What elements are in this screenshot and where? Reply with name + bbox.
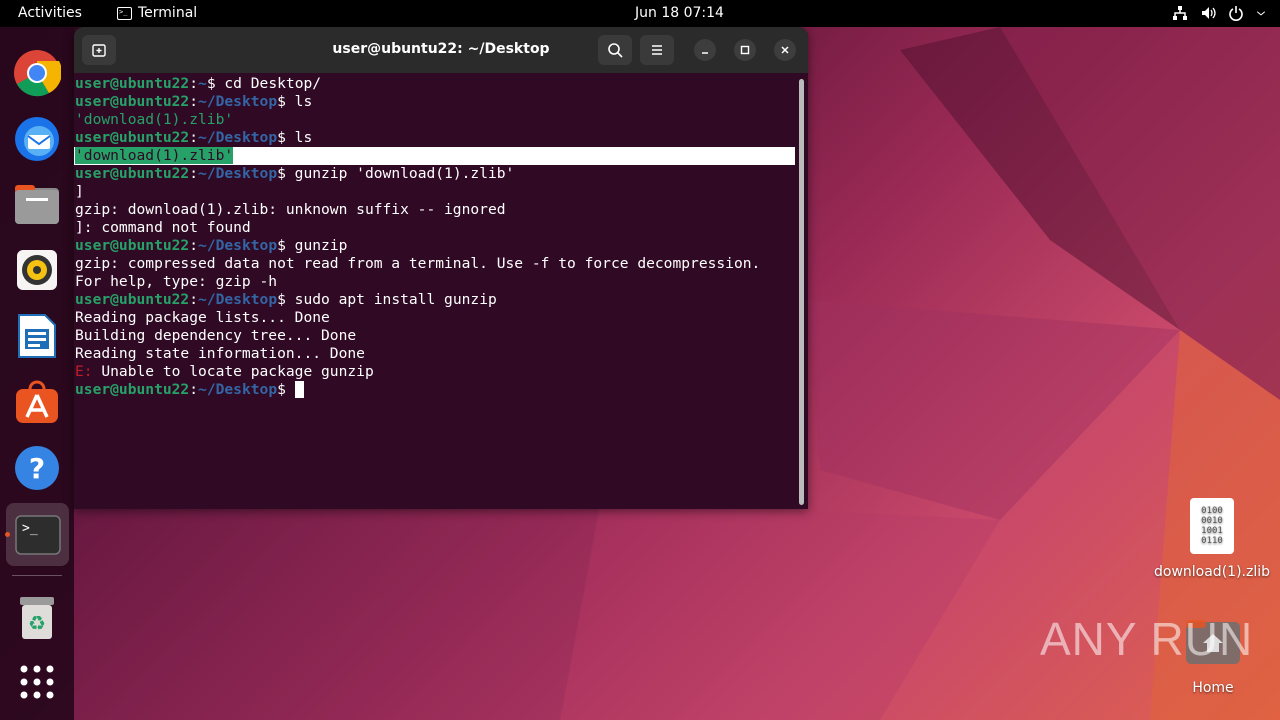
minimize-button[interactable] (694, 39, 716, 61)
show-apps-icon[interactable] (12, 657, 62, 707)
prompt-line: user@ubuntu22:~$ cd Desktop/ (75, 75, 322, 92)
volume-icon (1202, 7, 1216, 19)
output-line: gzip: download(1).zlib: unknown suffix -… (75, 201, 506, 218)
search-button[interactable] (598, 35, 632, 65)
svg-text:♻: ♻ (28, 611, 46, 635)
prompt-line: user@ubuntu22:~/Desktop$ ls (75, 93, 313, 110)
terminal-header-bar[interactable]: user@ubuntu22: ~/Desktop (74, 27, 808, 73)
output-line: Reading state information... Done (75, 345, 365, 362)
search-icon (608, 43, 623, 58)
output-line: ] (75, 183, 84, 200)
files-icon[interactable] (12, 180, 62, 230)
network-icon (1173, 6, 1187, 20)
terminal-icon[interactable]: >_ (6, 503, 69, 566)
close-button[interactable] (774, 39, 796, 61)
prompt-line: user@ubuntu22:~/Desktop$ (75, 381, 304, 399)
clock[interactable]: Jun 18 07:14 (635, 5, 724, 21)
dock: ? >_ ♻ (0, 27, 74, 720)
anyrun-watermark: ANY RUN (1040, 613, 1254, 665)
terminal-app-icon: >_ (117, 6, 132, 20)
output-line: 'download(1).zlib' (75, 147, 234, 164)
app-menu[interactable]: >_ Terminal (117, 5, 197, 21)
maximize-icon (740, 45, 750, 55)
rhythmbox-icon[interactable] (12, 245, 62, 295)
desktop-file-zlib[interactable]: 0100 0010 1001 0110 download(1).zlib (1150, 498, 1274, 580)
help-icon[interactable]: ? (12, 443, 62, 493)
power-icon (1229, 6, 1243, 21)
chrome-icon[interactable] (12, 48, 62, 98)
output-line: ]: command not found (75, 219, 251, 236)
dock-separator (12, 575, 62, 576)
running-indicator (5, 532, 10, 537)
maximize-button[interactable] (734, 39, 756, 61)
output-line: For help, type: gzip -h (75, 273, 278, 290)
minimize-icon (702, 52, 708, 54)
activities-button[interactable]: Activities (18, 5, 82, 21)
close-icon (781, 46, 789, 54)
chevron-down-icon (1256, 11, 1266, 16)
menu-button[interactable] (640, 35, 674, 65)
output-line: gzip: compressed data not read from a te… (75, 255, 761, 272)
error-line: E: Unable to locate package gunzip (75, 363, 374, 380)
libreoffice-writer-icon[interactable] (12, 311, 62, 361)
app-center-icon[interactable] (12, 377, 62, 427)
terminal-cursor (294, 381, 304, 398)
terminal-scrollbar[interactable] (799, 79, 804, 505)
prompt-line: user@ubuntu22:~/Desktop$ gunzip (75, 237, 348, 254)
output-line: Building dependency tree... Done (75, 327, 357, 344)
prompt-line: user@ubuntu22:~/Desktop$ gunzip 'downloa… (75, 165, 515, 182)
output-line: Reading package lists... Done (75, 309, 330, 326)
terminal-window[interactable]: user@ubuntu22: ~/Desktop user@ubuntu22:~… (74, 27, 808, 509)
top-bar: Activities >_ Terminal Jun 18 07:14 (0, 0, 1280, 27)
terminal-output[interactable]: user@ubuntu22:~$ cd Desktop/user@ubuntu2… (74, 73, 798, 509)
system-tray[interactable] (1172, 5, 1266, 21)
prompt-line: user@ubuntu22:~/Desktop$ ls (75, 129, 313, 146)
desktop-file-label: download(1).zlib (1154, 564, 1270, 580)
prompt-line: user@ubuntu22:~/Desktop$ sudo apt instal… (75, 291, 497, 308)
output-line: 'download(1).zlib' (75, 111, 234, 128)
svg-text:?: ? (29, 452, 45, 485)
svg-text:>_: >_ (22, 521, 38, 536)
home-label: Home (1192, 680, 1234, 696)
app-menu-label: Terminal (138, 5, 198, 21)
hamburger-icon (652, 45, 662, 55)
thunderbird-icon[interactable] (12, 114, 62, 164)
trash-icon[interactable]: ♻ (12, 593, 62, 643)
binary-file-icon: 0100 0010 1001 0110 (1190, 498, 1234, 554)
